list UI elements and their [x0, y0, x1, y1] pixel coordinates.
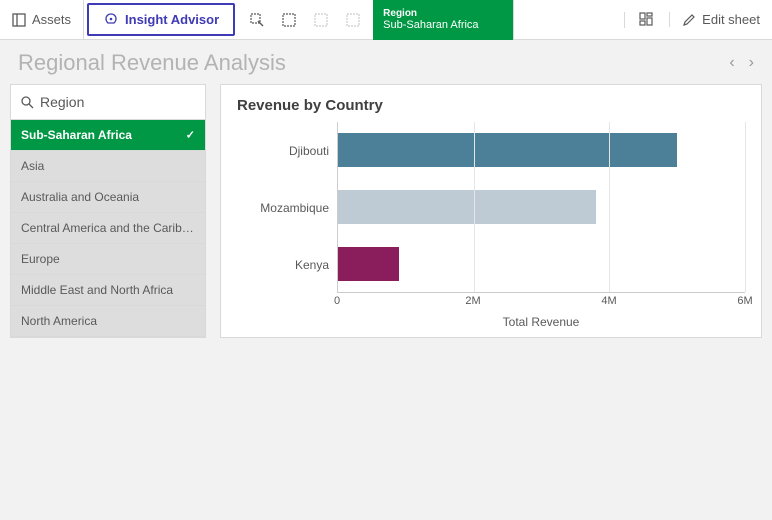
chart-category-label: Mozambique	[237, 179, 337, 236]
title-row: Regional Revenue Analysis ‹ ›	[0, 40, 772, 84]
smart-search-icon[interactable]	[241, 0, 273, 40]
chart-bar[interactable]	[338, 247, 399, 281]
chart-body: DjiboutiMozambiqueKenya	[237, 122, 745, 293]
selection-pill-region[interactable]: Region Sub-Saharan Africa	[373, 0, 513, 40]
chart-x-tick: 4M	[601, 295, 616, 307]
filter-item[interactable]: Europe	[11, 244, 205, 275]
insight-label: Insight Advisor	[125, 12, 219, 27]
chart-title: Revenue by Country	[237, 97, 745, 114]
step-back-icon[interactable]	[305, 0, 337, 40]
filter-item[interactable]: Central America and the Carib…	[11, 213, 205, 244]
assets-icon	[12, 13, 26, 27]
selection-pill-label: Region	[383, 8, 495, 19]
chart-bar[interactable]	[338, 190, 596, 224]
next-sheet-icon[interactable]: ›	[749, 54, 754, 72]
search-icon	[21, 96, 34, 109]
chart-x-axis: 02M4M6M	[337, 293, 745, 309]
filter-item[interactable]: North America	[11, 306, 205, 337]
edit-sheet-button[interactable]: Edit sheet	[669, 12, 772, 27]
content-area: Region Sub-Saharan AfricaAsiaAustralia a…	[0, 84, 772, 348]
chart-x-label: Total Revenue	[337, 309, 745, 329]
sheet-nav: ‹ ›	[729, 54, 754, 72]
insight-advisor-button[interactable]: Insight Advisor	[87, 3, 235, 36]
chart-panel: Revenue by Country DjiboutiMozambiqueKen…	[220, 84, 762, 338]
chart-plot-area[interactable]	[337, 122, 745, 293]
sheets-button[interactable]	[624, 12, 669, 28]
chart-x-tick: 2M	[465, 295, 480, 307]
filter-field-label: Region	[40, 94, 84, 110]
filter-item[interactable]: Australia and Oceania	[11, 182, 205, 213]
filter-item[interactable]: Middle East and North Africa	[11, 275, 205, 306]
chart-category-label: Kenya	[237, 236, 337, 293]
edit-sheet-label: Edit sheet	[702, 12, 760, 27]
chart-x-tick: 6M	[737, 295, 752, 307]
filter-item[interactable]: Asia	[11, 151, 205, 182]
filter-search-row[interactable]: Region	[11, 85, 205, 120]
filter-item[interactable]: Sub-Saharan Africa	[11, 120, 205, 151]
sheets-icon	[639, 12, 655, 28]
assets-label: Assets	[32, 12, 71, 27]
page-title: Regional Revenue Analysis	[18, 50, 286, 76]
step-forward-icon[interactable]	[337, 0, 369, 40]
chart-category-label: Djibouti	[237, 122, 337, 179]
chart-x-tick: 0	[334, 295, 340, 307]
prev-sheet-icon[interactable]: ‹	[729, 54, 734, 72]
insight-icon	[103, 12, 119, 28]
chart-bar[interactable]	[338, 133, 677, 167]
assets-button[interactable]: Assets	[0, 0, 84, 39]
selections-tool-icon[interactable]	[273, 0, 305, 40]
selection-tool-group: Region Sub-Saharan Africa	[241, 0, 514, 39]
top-toolbar: Assets Insight Advisor Region Sub-Sahara…	[0, 0, 772, 40]
selection-pill-value: Sub-Saharan Africa	[383, 19, 495, 31]
pencil-icon	[682, 13, 696, 27]
filter-panel: Region Sub-Saharan AfricaAsiaAustralia a…	[10, 84, 206, 338]
